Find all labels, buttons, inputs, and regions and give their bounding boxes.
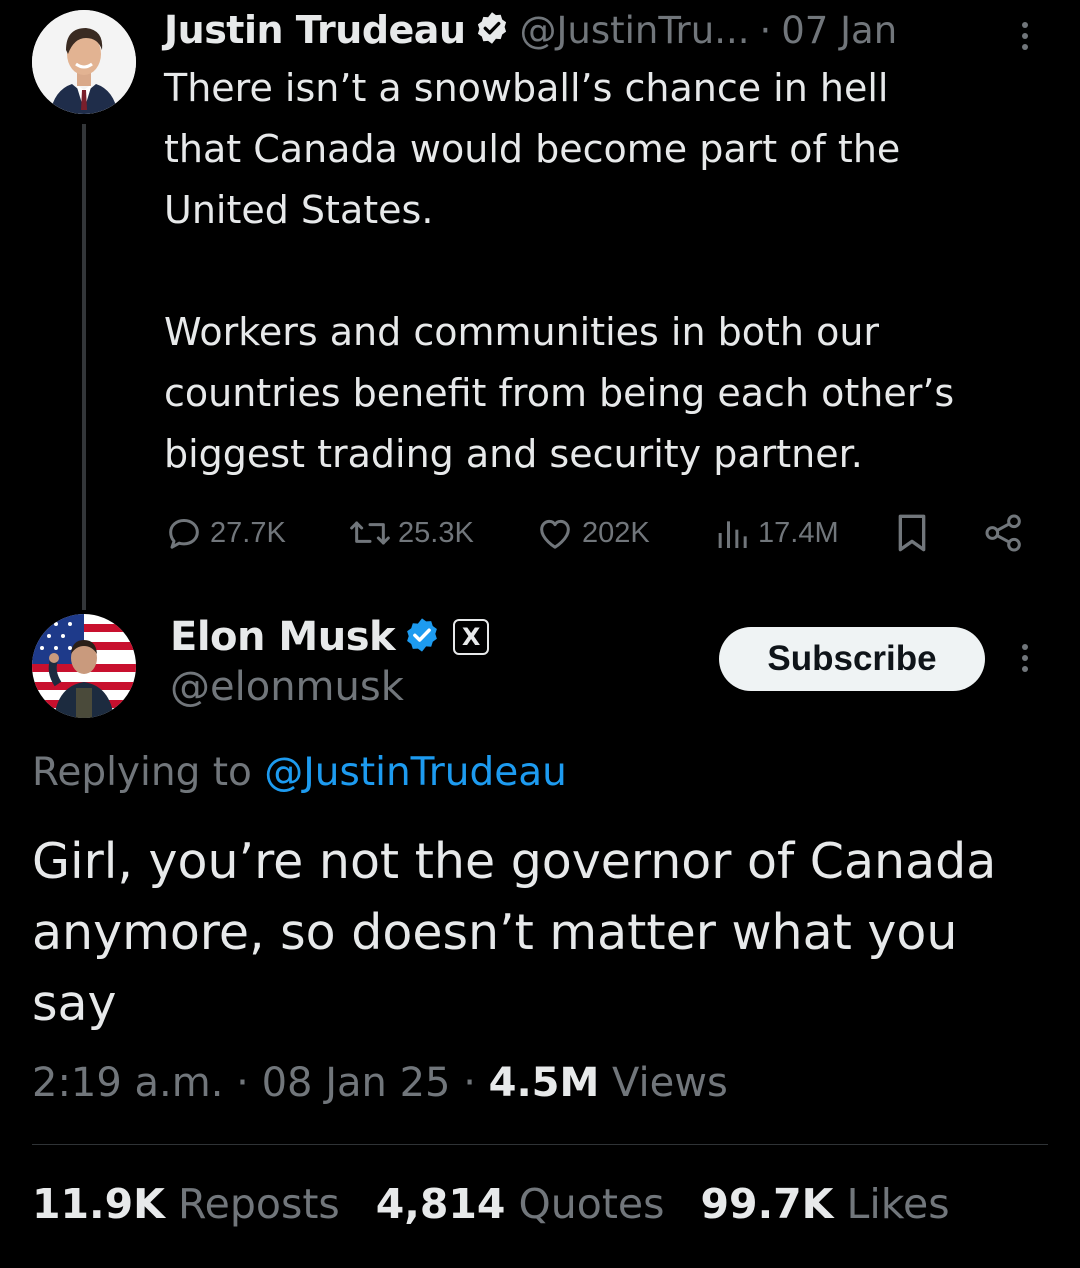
separator-dot: · [759,8,772,52]
replying-mention-link[interactable]: @JustinTrudeau [264,750,567,795]
views-count: 17.4M [758,516,839,549]
tweet-date[interactable]: 08 Jan 25 [262,1060,451,1106]
text-line: say [32,975,117,1032]
reposts-label: Reposts [177,1180,340,1228]
paragraph-break [164,241,1064,302]
share-icon [985,514,1021,552]
avatar-justin-trudeau[interactable] [32,10,136,114]
text-line: biggest trading and security partner. [164,432,863,476]
parent-tweet-date[interactable]: 07 Jan [781,9,897,52]
parent-tweet-actions: 27.7K 25.3K 202K 17.4M [164,508,1034,558]
separator-dot: · [236,1060,249,1106]
parent-tweet-text: There isn’t a snowball’s chance in hell … [164,58,1064,485]
replying-to-line: Replying to @JustinTrudeau [32,750,567,795]
likes-stat[interactable]: 99.7K Likes [701,1180,950,1228]
likes-count: 99.7K [700,1180,834,1228]
avatar-image [32,10,136,114]
views-count: 4.5M [488,1060,600,1106]
share-button[interactable] [982,508,1026,558]
subscribe-button[interactable]: Subscribe [719,627,985,691]
engagement-stats: 11.9K Reposts 4,814 Quotes 99.7K Likes [32,1180,986,1228]
reply-icon [169,519,199,549]
views-chart-icon [718,521,747,548]
reposts-stat[interactable]: 11.9K Reposts [32,1180,340,1228]
replying-prefix: Replying to [32,750,252,795]
text-line: anymore, so doesn’t matter what you [32,904,958,961]
divider [32,1144,1048,1145]
text-line: United States. [164,188,434,232]
parent-author-name[interactable]: Justin Trudeau [164,8,466,52]
text-line: that Canada would become part of the [164,127,901,171]
tweet-time[interactable]: 2:19 a.m. [32,1060,223,1106]
quotes-label: Quotes [518,1180,665,1228]
text-line: There isn’t a snowball’s chance in hell [164,66,889,110]
text-line: Workers and communities in both our [164,310,880,354]
reply-tweet-meta: 2:19 a.m. · 08 Jan 25 · 4.5M Views [32,1060,728,1106]
reposts-count: 11.9K [32,1180,165,1228]
reply-author-handle[interactable]: @elonmusk [170,664,404,710]
like-button[interactable]: 202K [534,508,650,558]
avatar-image [32,614,136,718]
repost-icon [350,521,390,545]
text-line: countries benefit from being each other’… [164,371,955,415]
views-button[interactable]: 17.4M [712,508,839,558]
x-affiliate-badge-icon[interactable]: X [453,619,490,655]
heart-icon [540,519,570,549]
more-options-icon[interactable] [1010,16,1040,56]
parent-tweet-header: Justin Trudeau @JustinTru... · 07 Jan [164,6,1064,54]
reply-button[interactable]: 27.7K [164,508,286,558]
parent-author-handle[interactable]: @JustinTru... [520,9,750,52]
views-label: Views [612,1060,728,1106]
reply-tweet-text: Girl, you’re not the governor of Canada … [32,826,1052,1039]
quotes-stat[interactable]: 4,814 Quotes [376,1180,665,1228]
verified-badge-icon [474,10,510,50]
bookmark-button[interactable] [892,508,932,558]
verified-badge-icon [403,616,441,658]
like-count: 202K [582,516,650,549]
likes-label: Likes [846,1180,950,1228]
repost-button[interactable]: 25.3K [348,508,474,558]
quotes-count: 4,814 [375,1180,506,1228]
avatar-elon-musk[interactable] [32,614,136,718]
separator-dot: · [463,1060,476,1106]
reply-count: 27.7K [210,516,286,549]
text-line: Girl, you’re not the governor of Canada [32,833,997,890]
thread-connector-line [82,124,86,610]
bookmark-icon [898,514,926,552]
repost-count: 25.3K [398,516,474,549]
reply-author-name[interactable]: Elon Musk [170,614,396,660]
reply-author-row: Elon Musk X [170,610,490,664]
more-options-icon[interactable] [1010,638,1040,678]
